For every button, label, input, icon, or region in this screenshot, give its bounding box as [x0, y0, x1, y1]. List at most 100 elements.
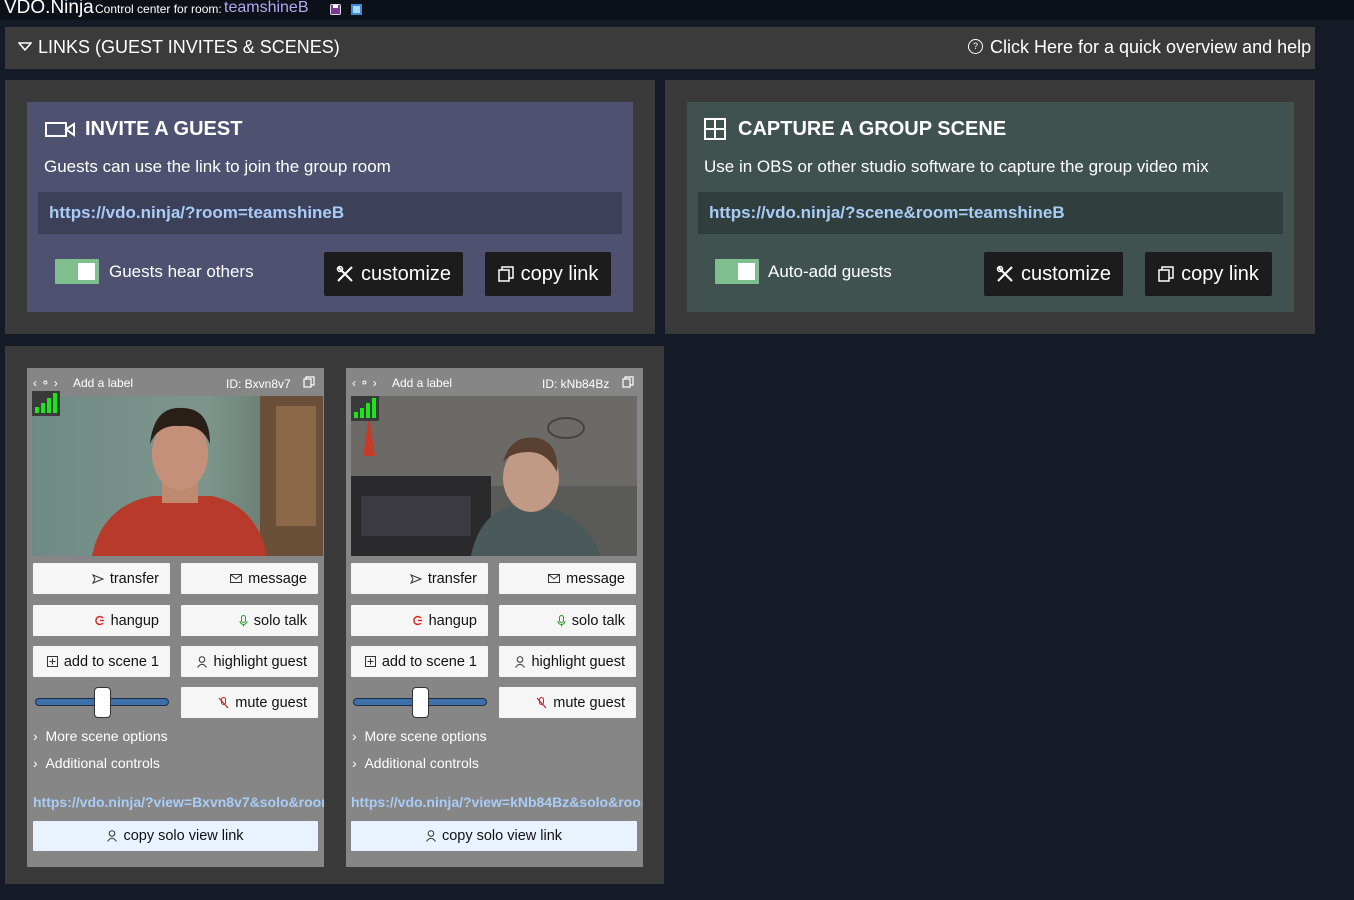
scene-customize-button[interactable]: customize	[984, 252, 1123, 296]
send-icon	[409, 573, 422, 584]
plus-box-icon	[46, 656, 58, 667]
message-button[interactable]: message	[181, 563, 318, 594]
highlight-guest-button[interactable]: highlight guest	[181, 646, 318, 677]
solo-talk-button[interactable]: solo talk	[499, 605, 636, 636]
guest-nav-arrows-icon[interactable]: ‹ ⚬ ›	[33, 376, 58, 390]
copy-id-icon[interactable]	[622, 376, 634, 388]
person-icon	[515, 655, 526, 668]
guest-video[interactable]	[351, 396, 637, 556]
plus-box-icon	[364, 656, 376, 667]
help-icon[interactable]: ?	[968, 39, 983, 54]
hangup-button[interactable]: hangup	[33, 605, 170, 636]
add-to-scene-button[interactable]: add to scene 1	[33, 646, 170, 677]
additional-controls-toggle[interactable]: › Additional controls	[352, 755, 479, 771]
room-name: teamshineB	[224, 0, 309, 16]
mute-guest-label: mute guest	[553, 694, 625, 711]
auto-add-guests-toggle[interactable]	[715, 259, 759, 284]
mute-guest-label: mute guest	[235, 694, 307, 711]
highlight-guest-label: highlight guest	[213, 653, 307, 670]
screen-icon[interactable]	[351, 4, 362, 15]
copy-link-label: copy link	[1181, 262, 1259, 285]
envelope-icon	[548, 574, 561, 583]
links-section-title[interactable]: LINKS (GUEST INVITES & SCENES)	[38, 37, 340, 58]
app-brand: VDO.Ninja	[4, 0, 94, 18]
grid-icon	[704, 118, 726, 140]
collapse-triangle-icon[interactable]	[18, 42, 32, 51]
transfer-label: transfer	[427, 570, 477, 587]
scene-title: CAPTURE A GROUP SCENE	[738, 118, 1007, 140]
person-icon	[197, 655, 208, 668]
scene-description: Use in OBS or other studio software to c…	[704, 157, 1209, 176]
transfer-label: transfer	[109, 570, 159, 587]
guest-video[interactable]	[32, 396, 323, 556]
highlight-guest-button[interactable]: highlight guest	[499, 646, 636, 677]
microphone-icon	[557, 614, 566, 627]
person-icon	[107, 830, 118, 842]
envelope-icon	[230, 574, 243, 583]
copy-solo-view-link-button[interactable]: copy solo view link	[351, 821, 637, 851]
mute-guest-button[interactable]: mute guest	[181, 687, 318, 718]
invite-url[interactable]: https://vdo.ninja/?room=teamshineB	[38, 192, 622, 234]
guest-solo-link[interactable]: https://vdo.ninja/?view=kNb84Bz&solo&roo…	[351, 794, 642, 810]
guest-nav-arrows-icon[interactable]: ‹ ⚬ ›	[352, 376, 377, 390]
add-to-scene-label: add to scene 1	[63, 653, 159, 670]
transfer-button[interactable]: transfer	[33, 563, 170, 594]
guest-solo-link[interactable]: https://vdo.ninja/?view=Bxvn8v7&solo&roo…	[33, 794, 324, 810]
highlight-guest-label: highlight guest	[531, 653, 625, 670]
mute-guest-button[interactable]: mute guest	[499, 687, 636, 718]
guest-label-input[interactable]: Add a label	[73, 376, 133, 390]
tools-icon	[996, 265, 1014, 283]
auto-add-guests-label: Auto-add guests	[768, 262, 892, 281]
scene-copy-link-button[interactable]: copy link	[1145, 252, 1272, 296]
hangup-icon	[94, 615, 105, 626]
volume-slider-handle[interactable]	[93, 687, 111, 718]
help-link[interactable]: Click Here for a quick overview and help	[990, 37, 1311, 58]
microphone-icon	[239, 614, 248, 627]
guests-hear-others-toggle[interactable]	[55, 259, 99, 284]
message-label: message	[248, 570, 307, 587]
invite-copy-link-button[interactable]: copy link	[485, 252, 611, 296]
invite-customize-button[interactable]: customize	[324, 252, 463, 296]
tools-icon	[336, 265, 354, 283]
mic-muted-icon	[536, 696, 547, 709]
guest-id: ID: Bxvn8v7	[226, 377, 291, 391]
more-scene-options-label: More scene options	[45, 728, 168, 744]
guest-id: ID: kNb84Bz	[542, 377, 610, 391]
copy-link-label: copy link	[520, 262, 599, 285]
invite-title: INVITE A GUEST	[85, 118, 243, 140]
hangup-icon	[412, 615, 423, 626]
more-scene-options-toggle[interactable]: › More scene options	[352, 728, 487, 744]
copy-id-icon[interactable]	[303, 376, 315, 388]
volume-slider-handle[interactable]	[411, 687, 429, 718]
hangup-label: hangup	[110, 612, 159, 629]
signal-strength-icon	[351, 396, 379, 421]
copy-solo-label: copy solo view link	[441, 828, 563, 844]
scene-url[interactable]: https://vdo.ninja/?scene&room=teamshineB	[698, 192, 1283, 234]
copy-icon	[497, 266, 514, 282]
more-scene-options-toggle[interactable]: › More scene options	[33, 728, 168, 744]
copy-icon	[1158, 266, 1174, 282]
solo-talk-label: solo talk	[253, 612, 307, 629]
hangup-button[interactable]: hangup	[351, 605, 488, 636]
solo-talk-button[interactable]: solo talk	[181, 605, 318, 636]
camera-icon	[45, 121, 75, 138]
solo-talk-label: solo talk	[571, 612, 625, 629]
additional-controls-label: Additional controls	[364, 755, 479, 771]
transfer-button[interactable]: transfer	[351, 563, 488, 594]
message-button[interactable]: message	[499, 563, 636, 594]
copy-solo-view-link-button[interactable]: copy solo view link	[33, 821, 318, 851]
signal-strength-icon	[32, 391, 60, 416]
add-to-scene-label: add to scene 1	[381, 653, 477, 670]
save-icon[interactable]	[330, 4, 341, 15]
guests-hear-others-label: Guests hear others	[109, 262, 254, 281]
customize-label: customize	[1020, 262, 1112, 285]
additional-controls-label: Additional controls	[45, 755, 160, 771]
person-icon	[426, 830, 436, 842]
guest-label-input[interactable]: Add a label	[392, 376, 452, 390]
more-scene-options-label: More scene options	[364, 728, 487, 744]
control-center-label: Control center for room:	[95, 2, 222, 16]
add-to-scene-button[interactable]: add to scene 1	[351, 646, 488, 677]
additional-controls-toggle[interactable]: › Additional controls	[33, 755, 160, 771]
mic-muted-icon	[218, 696, 229, 709]
invite-description: Guests can use the link to join the grou…	[44, 157, 391, 176]
